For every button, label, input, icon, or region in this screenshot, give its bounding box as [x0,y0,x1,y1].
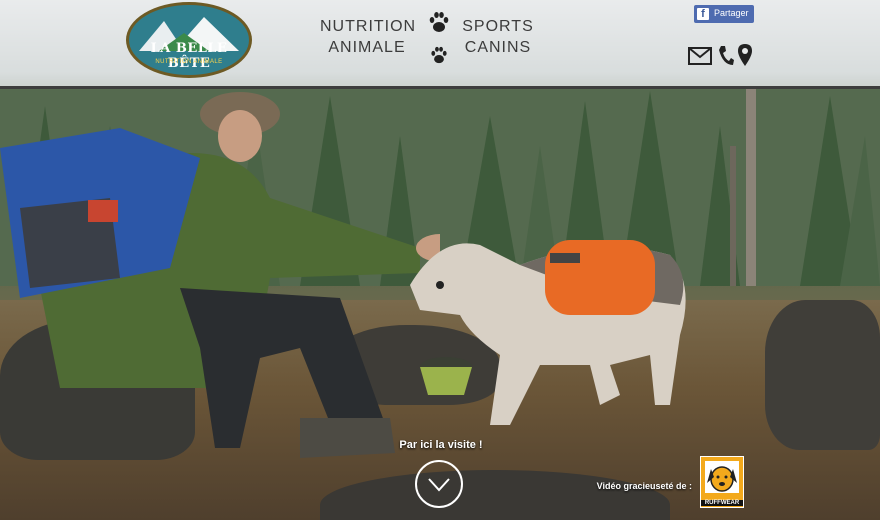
dog-bowl [420,357,472,395]
ruffwear-logo[interactable]: RUFFWEAR [700,456,744,508]
logo-tagline: NUTRITION ANIMALE [155,59,223,65]
nav-nutrition-animale[interactable]: NUTRITION ANIMALE [320,16,417,58]
envelope-icon[interactable] [688,47,712,65]
facebook-icon: f [697,8,709,20]
facebook-share-button[interactable]: f Partager [694,5,754,23]
phone-icon[interactable] [718,45,734,67]
dog-face-icon [705,461,739,493]
logo-name: LA BELLE BÊTE [150,41,228,71]
site-logo[interactable]: LA BELLE BÊTE NUTRITION ANIMALE [126,2,252,78]
nav-nutrition-line1: NUTRITION [320,18,417,35]
ruffwear-label: RUFFWEAR [701,500,743,506]
video-credit-label: Vidéo gracieuseté de : [596,481,692,491]
nav-sports-line2: CANINS [464,39,532,56]
scroll-down-button[interactable] [415,460,463,508]
paw-icon [428,46,450,69]
chevron-down-icon [428,478,450,492]
contact-icons [688,44,754,68]
paw-icon [428,11,450,38]
hero-video-background: LA BELLE BÊTE NUTRITION ANIMALE NUTRITIO… [0,0,880,520]
map-pin-icon[interactable] [738,44,752,66]
rock [765,300,880,450]
nav-nutrition-line2: ANIMALE [328,39,406,56]
visit-label: Par ici la visite ! [399,439,483,451]
nav-sports-line1: SPORTS [462,18,534,35]
nav-sports-canins[interactable]: SPORTS CANINS [462,16,534,58]
hiker-figure [0,92,440,458]
share-label: Partager [714,8,749,18]
